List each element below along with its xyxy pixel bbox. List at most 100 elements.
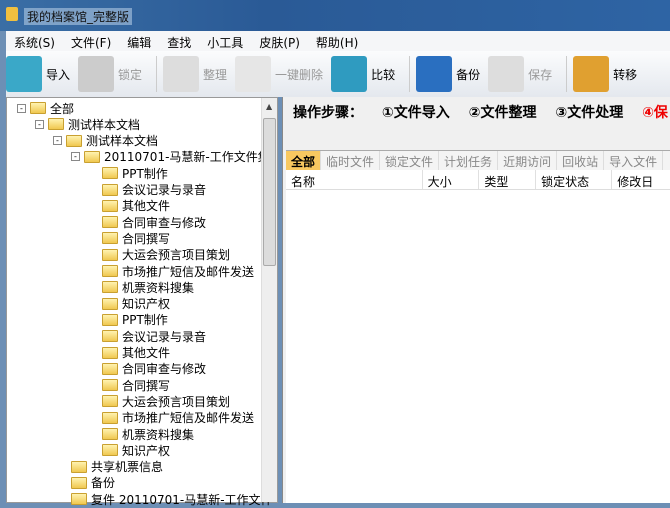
tab[interactable]: 近期访问 <box>498 151 558 170</box>
toolbar-button[interactable]: 保存 <box>488 56 552 92</box>
tree-item[interactable]: 机票资料搜集 <box>102 279 194 295</box>
toolbar-icon <box>573 56 610 92</box>
menu-bar: 系统(S) 文件(F) 编辑 查找 小工具 皮肤(P) 帮助(H) <box>6 31 670 51</box>
step-process[interactable]: ③文件处理 <box>555 105 623 121</box>
tree-item-label: 知识产权 <box>122 297 171 312</box>
toolbar-button[interactable]: 转移 <box>573 56 637 92</box>
tab[interactable]: 临时文件 <box>321 151 381 170</box>
menu-item[interactable]: 帮助(H) <box>308 31 366 51</box>
toolbar-label: 比较 <box>371 67 396 82</box>
tab[interactable]: 锁定文件 <box>380 151 440 170</box>
tree-item[interactable]: 合同审查与修改 <box>102 361 206 377</box>
folder-icon <box>66 134 82 147</box>
tree-item[interactable]: 大运会预言项目策划 <box>102 247 230 263</box>
tree-item[interactable]: 市场推广短信及邮件发送 <box>102 263 254 279</box>
tree-item[interactable]: 会议记录与录音 <box>102 182 206 198</box>
tree-item[interactable]: - 全部 <box>17 100 74 116</box>
tree-item[interactable]: 大运会预言项目策划 <box>102 393 230 409</box>
toolbar-icon <box>163 56 200 92</box>
folder-icon <box>102 248 118 261</box>
tab[interactable]: 计划任务 <box>439 151 499 170</box>
tree-scrollbar[interactable]: ▲ <box>261 98 277 502</box>
toolbar-button[interactable]: 备份 <box>416 56 480 92</box>
toolbar: 导入 锁定 整理 一键删除 比较 备份 保存 转移 <box>6 51 670 97</box>
main-panel: 操作步骤： ①文件导入 ②文件整理 ③文件处理 ④保 全部 临时文件 锁定文件 计划任… <box>282 97 670 503</box>
folder-icon <box>102 313 118 326</box>
expand-toggle-icon[interactable]: - <box>71 152 80 162</box>
tree-item[interactable]: 会议记录与录音 <box>102 328 206 344</box>
toolbar-button[interactable]: 整理 <box>163 56 227 92</box>
tree-item-label: 20110701-马慧新-工作文件集 <box>104 150 270 165</box>
menu-item[interactable]: 小工具 <box>199 31 251 51</box>
tree-item[interactable]: 合同撰写 <box>102 230 170 246</box>
toolbar-label: 一键删除 <box>275 67 324 82</box>
column-header[interactable]: 修改日期 <box>612 170 670 206</box>
tree-item[interactable]: - 测试样本文档 <box>35 116 140 132</box>
scroll-thumb[interactable] <box>263 118 276 266</box>
toolbar-label: 保存 <box>528 67 553 82</box>
tree-item[interactable]: - 20110701-马慧新-工作文件集 <box>71 149 270 165</box>
expand-toggle-icon[interactable]: - <box>17 103 26 113</box>
tree-item[interactable]: PPT制作 <box>102 312 168 328</box>
folder-icon <box>71 493 87 506</box>
step-organize[interactable]: ②文件整理 <box>469 105 537 121</box>
toolbar-button[interactable]: 导入 <box>6 56 70 92</box>
folder-icon <box>102 232 118 245</box>
column-header[interactable]: 类型 <box>479 170 537 189</box>
tree-item-label: 大运会预言项目策划 <box>122 394 231 409</box>
tree-item[interactable]: 复件 20110701-马慧新-工作文件 <box>71 491 273 507</box>
toolbar-label: 备份 <box>456 67 481 82</box>
tab[interactable]: 全部 <box>286 151 322 170</box>
tree-item[interactable]: - 测试样本文档 <box>53 133 158 149</box>
expand-toggle-icon[interactable]: - <box>53 136 62 146</box>
tree-item-label: 测试样本文档 <box>68 117 141 132</box>
folder-icon <box>102 379 118 392</box>
tree-item[interactable]: 知识产权 <box>102 296 170 312</box>
tree-item[interactable]: 合同审查与修改 <box>102 214 206 230</box>
tree-item-label: PPT制作 <box>122 313 168 328</box>
tree-item[interactable]: 市场推广短信及邮件发送 <box>102 410 254 426</box>
menu-item[interactable]: 皮肤(P) <box>251 31 308 51</box>
folder-icon <box>102 444 118 457</box>
toolbar-icon <box>235 56 272 92</box>
tree-item[interactable]: 其他文件 <box>102 345 170 361</box>
tree-item[interactable]: 合同撰写 <box>102 377 170 393</box>
menu-item[interactable]: 查找 <box>159 31 199 51</box>
folder-icon <box>102 281 118 294</box>
steps-prefix: 操作步骤： <box>293 105 363 121</box>
column-header[interactable]: 名称 <box>286 170 423 189</box>
folder-icon <box>102 297 118 310</box>
expand-toggle-icon[interactable]: - <box>35 119 44 129</box>
title-bar: 我的档案馆_完整版 <box>0 0 670 31</box>
file-list[interactable] <box>286 190 670 503</box>
toolbar-button[interactable]: 一键删除 <box>235 56 323 92</box>
toolbar-separator <box>156 56 158 92</box>
tab[interactable]: 导入文件 <box>604 151 664 170</box>
step-import[interactable]: ①文件导入 <box>382 105 450 121</box>
folder-icon <box>102 362 118 375</box>
tab[interactable]: 回收站 <box>557 151 605 170</box>
tree-item[interactable]: 共享机票信息 <box>71 459 163 475</box>
folder-icon <box>102 167 118 180</box>
tree-item[interactable]: 机票资料搜集 <box>102 426 194 442</box>
menu-item[interactable]: 编辑 <box>119 31 159 51</box>
column-header[interactable]: 锁定状态 <box>536 170 613 189</box>
app-lock-icon <box>6 7 18 21</box>
tree-item[interactable]: 知识产权 <box>102 442 170 458</box>
tree-item-label: 其他文件 <box>122 199 171 214</box>
step-save[interactable]: ④保 <box>642 105 668 121</box>
tree-item[interactable]: PPT制作 <box>102 165 168 181</box>
toolbar-icon <box>416 56 453 92</box>
toolbar-button[interactable]: 锁定 <box>78 56 142 92</box>
folder-icon <box>48 118 64 131</box>
tree-item[interactable]: 备份 <box>71 475 115 491</box>
column-header[interactable]: 大小 <box>423 170 480 189</box>
toolbar-button[interactable]: 比较 <box>331 56 395 92</box>
tree-item-label: 知识产权 <box>122 443 171 458</box>
scroll-up-icon[interactable]: ▲ <box>266 102 272 111</box>
toolbar-icon <box>331 56 368 92</box>
menu-item[interactable]: 系统(S) <box>6 31 63 51</box>
tree-item[interactable]: 其他文件 <box>102 198 170 214</box>
tree-item-label: 其他文件 <box>122 346 171 360</box>
menu-item[interactable]: 文件(F) <box>63 31 119 51</box>
